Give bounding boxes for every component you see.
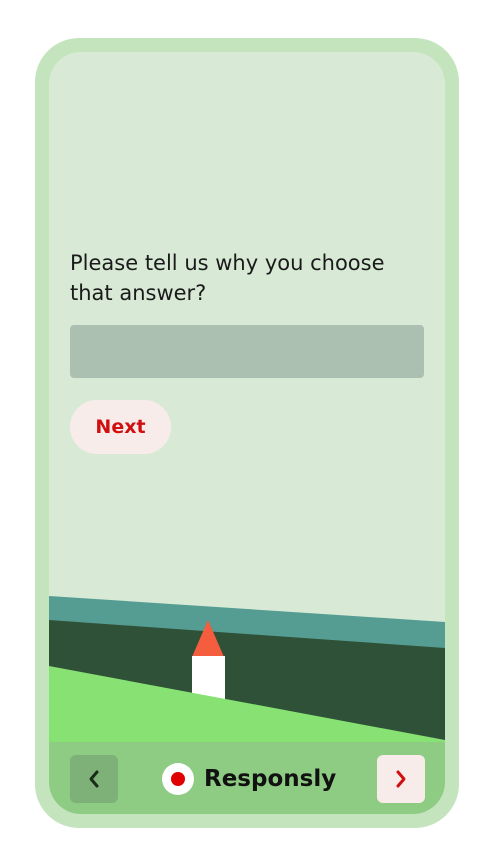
- screen: Please tell us why you choose that answe…: [49, 52, 445, 814]
- brand-name: Responsly: [204, 766, 337, 792]
- brand: Responsly: [162, 762, 336, 796]
- bottom-bar: Responsly: [49, 742, 445, 814]
- brand-logo-icon: [162, 763, 194, 795]
- brand-logo-dot: [171, 772, 185, 786]
- next-page-button[interactable]: [377, 755, 425, 803]
- next-button[interactable]: Next: [70, 400, 171, 454]
- answer-input[interactable]: [70, 325, 424, 378]
- question-text: Please tell us why you choose that answe…: [70, 251, 385, 305]
- landscape-illustration: [49, 596, 445, 742]
- previous-button[interactable]: [70, 755, 118, 803]
- device-frame: Please tell us why you choose that answe…: [35, 38, 459, 828]
- chevron-left-icon: [89, 770, 99, 788]
- chevron-right-icon: [396, 770, 406, 788]
